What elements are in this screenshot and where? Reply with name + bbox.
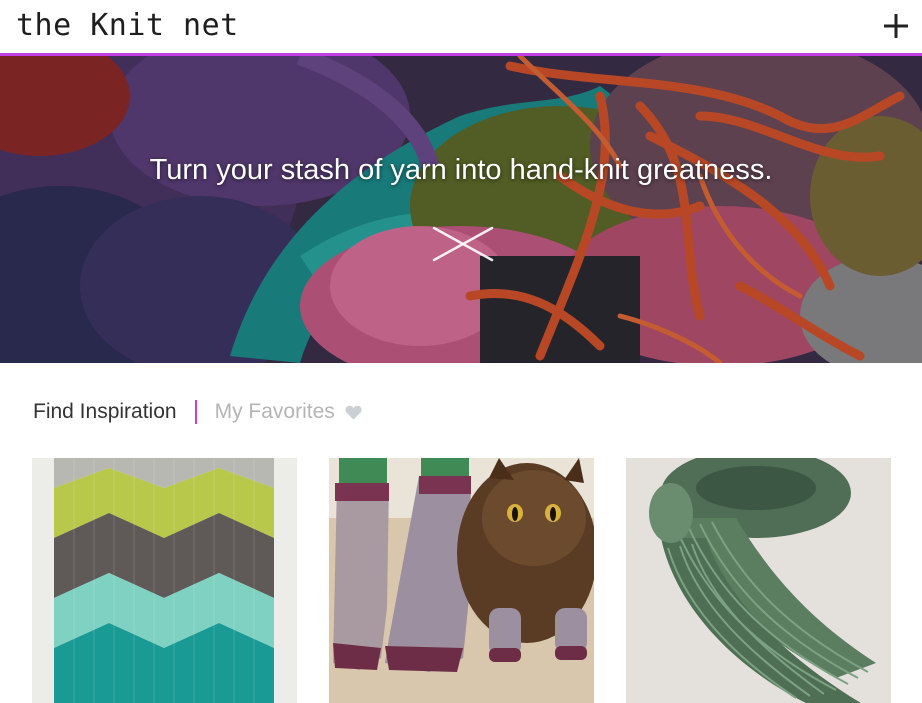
- site-logo[interactable]: the Knit net: [16, 8, 239, 44]
- crossed-needles-icon: [432, 226, 494, 262]
- gallery-card-blanket[interactable]: [32, 458, 297, 703]
- chevron-blanket-image: [32, 458, 297, 703]
- hero-banner: Turn your stash of yarn into hand-knit g…: [0, 56, 922, 363]
- tab-divider: [194, 400, 197, 424]
- green-scarf-image: [626, 458, 891, 703]
- top-bar: the Knit net: [0, 0, 922, 56]
- gallery-card-scarf[interactable]: [626, 458, 891, 703]
- inspiration-tabs: Find Inspiration My Favorites: [33, 396, 362, 428]
- hero-overlay: [0, 56, 922, 363]
- tab-my-favorites[interactable]: My Favorites: [215, 400, 335, 424]
- socks-and-cat-image: [329, 458, 594, 703]
- hero-tagline: Turn your stash of yarn into hand-knit g…: [149, 154, 773, 186]
- add-button[interactable]: [880, 10, 912, 42]
- tab-find-inspiration[interactable]: Find Inspiration: [33, 400, 177, 424]
- heart-icon: [345, 405, 362, 419]
- gallery-card-socks[interactable]: [329, 458, 594, 703]
- plus-icon: [884, 14, 908, 38]
